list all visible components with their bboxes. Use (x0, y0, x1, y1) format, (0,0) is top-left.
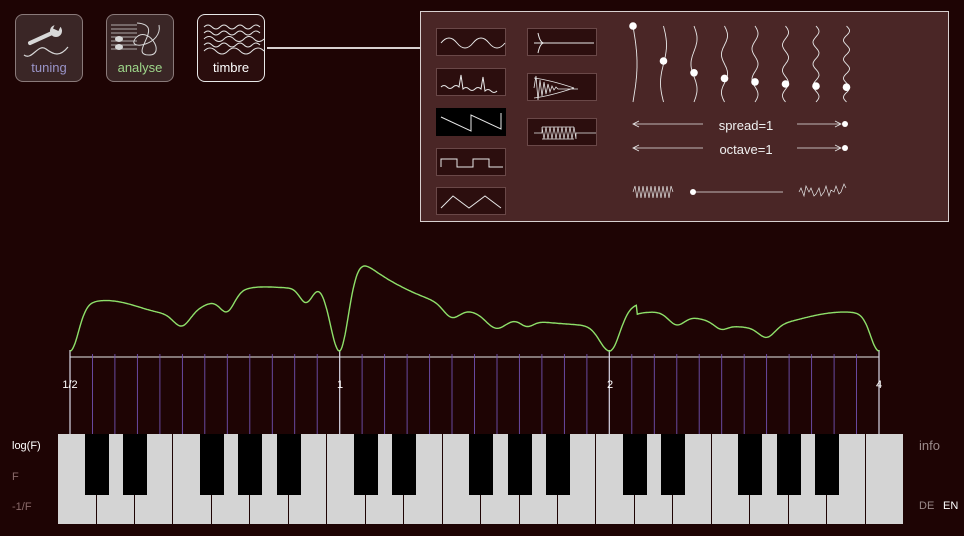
black-key-17[interactable] (738, 434, 763, 495)
scale-option-log[interactable]: log(F) (12, 440, 41, 452)
black-key-10[interactable] (469, 434, 493, 495)
black-key-14[interactable] (622, 434, 647, 495)
black-key-7[interactable] (353, 434, 378, 495)
octave-label-half: 1/2 (62, 379, 78, 391)
black-key-19[interactable] (815, 434, 840, 495)
black-key-12[interactable] (545, 434, 570, 495)
info-button[interactable]: info (919, 438, 940, 453)
black-key-0[interactable] (84, 434, 109, 495)
black-key-11[interactable] (507, 434, 532, 495)
octave-label-two: 2 (606, 379, 614, 391)
language-de[interactable]: DE (919, 500, 934, 512)
language-en[interactable]: EN (943, 500, 958, 512)
dissonance-curve (69, 265, 880, 352)
black-key-5[interactable] (276, 434, 301, 495)
scale-option-inverse[interactable]: -1/F (12, 501, 32, 513)
octave-label-one: 1 (336, 379, 344, 391)
black-key-8[interactable] (392, 434, 417, 495)
black-key-18[interactable] (776, 434, 801, 495)
black-key-3[interactable] (199, 434, 224, 495)
black-key-4[interactable] (238, 434, 263, 495)
octave-label-four: 4 (875, 379, 883, 391)
white-key-21[interactable] (865, 434, 904, 524)
black-key-1[interactable] (122, 434, 147, 495)
black-key-15[interactable] (661, 434, 686, 495)
piano-keyboard (58, 434, 904, 524)
scale-option-linear[interactable]: F (12, 471, 19, 483)
